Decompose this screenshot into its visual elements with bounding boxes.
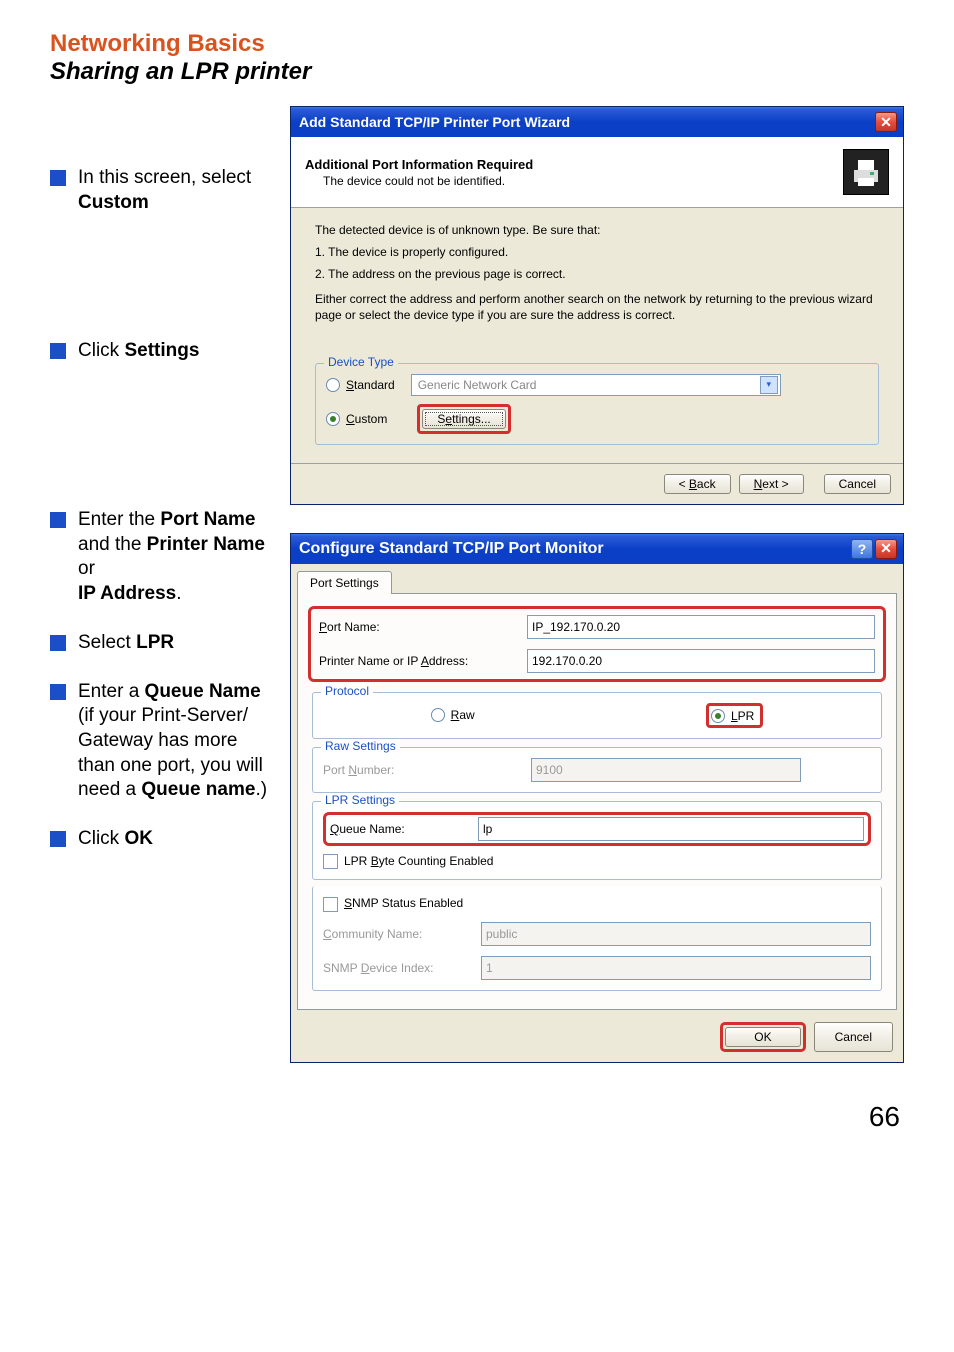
bullet-icon	[50, 831, 66, 847]
chevron-down-icon: ▾	[760, 376, 778, 394]
instr-item: In this screen, select Custom	[50, 166, 270, 215]
highlight-box: Port Name: Printer Name or IP Address:	[308, 606, 886, 682]
page-number: 66	[50, 1101, 904, 1133]
group-legend: Device Type	[324, 355, 398, 369]
instr-bold: LPR	[136, 632, 174, 653]
raw-settings-group: Raw Settings Port Number:	[312, 747, 882, 793]
device-type-group: Device Type Standard Generic Network Car…	[315, 363, 879, 445]
back-button[interactable]: < Back	[664, 474, 731, 494]
instr-bold: Queue Name	[145, 681, 261, 702]
port-number-input	[531, 758, 801, 782]
ip-address-input[interactable]	[527, 649, 875, 673]
wizard-body: The detected device is of unknown type. …	[291, 208, 903, 463]
dialog-footer: OK Cancel	[291, 1016, 903, 1062]
bullet-icon	[50, 684, 66, 700]
bullet-icon	[50, 512, 66, 528]
standard-combo[interactable]: Generic Network Card ▾	[411, 374, 781, 396]
next-button[interactable]: Next >	[739, 474, 804, 494]
wizard-dialog-1: Add Standard TCP/IP Printer Port Wizard …	[290, 106, 904, 505]
snmp-index-input	[481, 956, 871, 980]
radio-label: tandard	[354, 378, 395, 392]
page-heading-2: Sharing an LPR printer	[50, 58, 904, 86]
queue-name-input[interactable]	[478, 817, 864, 841]
radio-lpr[interactable]: LPR	[711, 709, 754, 723]
instr-text: Enter the	[78, 509, 160, 530]
instr-item: Enter the Port Name and the Printer Name…	[50, 508, 270, 607]
content-layout: In this screen, select Custom Click Sett…	[50, 106, 904, 1091]
protocol-group: Protocol Raw LPR	[312, 692, 882, 739]
tab-port-settings[interactable]: Port Settings	[297, 571, 392, 594]
wizard-footer: < Back Next > Cancel	[291, 463, 903, 504]
instr-text: and the	[78, 534, 147, 555]
radio-label: ustom	[355, 412, 388, 426]
ok-button[interactable]: OK	[725, 1027, 800, 1047]
label-port-number: Port Number:	[323, 763, 523, 777]
radio-standard[interactable]: Standard	[326, 378, 395, 392]
help-icon[interactable]: ?	[851, 539, 873, 559]
instr-item: Select LPR	[50, 631, 270, 656]
label-ip-address: Printer Name or IP Address:	[319, 654, 519, 668]
titlebar: Add Standard TCP/IP Printer Port Wizard …	[291, 107, 903, 137]
cancel-button[interactable]: Cancel	[814, 1022, 893, 1052]
screenshot-column: Add Standard TCP/IP Printer Port Wizard …	[290, 106, 904, 1091]
wizard-header: Additional Port Information Required The…	[291, 137, 903, 208]
instr-item: Enter a Queue Name (if your Print-Server…	[50, 680, 270, 803]
instr-text: or	[78, 558, 95, 579]
wizard-header-title: Additional Port Information Required	[305, 157, 533, 172]
label-queue-name: Queue Name:	[330, 822, 470, 836]
instr-bold: IP Address	[78, 583, 176, 604]
settings-button[interactable]: Settings...	[422, 409, 505, 429]
group-legend: Protocol	[321, 684, 373, 698]
page-heading-1: Networking Basics	[50, 30, 904, 58]
group-legend: LPR Settings	[321, 793, 399, 807]
port-name-input[interactable]	[527, 615, 875, 639]
radio-custom[interactable]: Custom	[326, 412, 387, 426]
instr-text: Click	[78, 340, 124, 361]
body-text: The detected device is of unknown type. …	[315, 222, 879, 238]
tab-strip: Port Settings	[291, 564, 903, 593]
body-text: 1. The device is properly configured.	[315, 244, 879, 260]
instruction-sidebar: In this screen, select Custom Click Sett…	[50, 106, 270, 1091]
instr-text: Enter a	[78, 681, 145, 702]
instr-item: Click Settings	[50, 339, 270, 364]
instr-text: Click	[78, 828, 124, 849]
label-community: Community Name:	[323, 927, 473, 941]
cancel-button[interactable]: Cancel	[824, 474, 891, 494]
lpr-byte-checkbox[interactable]: LPR Byte Counting Enabled	[323, 854, 871, 869]
wizard-dialog-2: Configure Standard TCP/IP Port Monitor ?…	[290, 533, 904, 1063]
instr-item: Click OK	[50, 827, 270, 852]
wizard-header-sub: The device could not be identified.	[305, 174, 533, 188]
instr-bold: OK	[124, 828, 153, 849]
bullet-icon	[50, 170, 66, 186]
combo-value: Generic Network Card	[418, 378, 537, 392]
instr-bold: Queue name	[141, 779, 255, 800]
dialog-title: Add Standard TCP/IP Printer Port Wizard	[299, 114, 570, 130]
instr-text: Select	[78, 632, 136, 653]
lpr-settings-group: LPR Settings Queue Name: LPR Byte Counti…	[312, 801, 882, 880]
radio-raw[interactable]: Raw	[431, 703, 475, 728]
instr-bold: Port Name	[160, 509, 255, 530]
tab-panel: Port Name: Printer Name or IP Address: P…	[297, 593, 897, 1010]
printer-icon	[843, 149, 889, 195]
instr-bold: Settings	[124, 340, 199, 361]
dialog-title: Configure Standard TCP/IP Port Monitor	[299, 540, 604, 558]
bullet-icon	[50, 635, 66, 651]
community-input	[481, 922, 871, 946]
group-legend: Raw Settings	[321, 739, 400, 753]
instr-bold: Printer Name	[147, 534, 265, 555]
titlebar: Configure Standard TCP/IP Port Monitor ?…	[291, 534, 903, 564]
snmp-group: SNMP Status Enabled Community Name: SNMP…	[312, 886, 882, 990]
close-icon[interactable]: ✕	[875, 539, 897, 559]
close-icon[interactable]: ✕	[875, 112, 897, 132]
body-text: 2. The address on the previous page is c…	[315, 266, 879, 282]
instr-bold: Custom	[78, 192, 149, 213]
instr-text: In this screen, select	[78, 167, 251, 188]
instr-text: .)	[255, 779, 267, 800]
label-port-name: Port Name:	[319, 620, 519, 634]
snmp-enabled-checkbox[interactable]: SNMP Status Enabled	[323, 896, 871, 911]
body-text: Either correct the address and perform a…	[315, 291, 879, 323]
bullet-icon	[50, 343, 66, 359]
label-snmp-index: SNMP Device Index:	[323, 961, 473, 975]
instr-text: .	[176, 583, 181, 604]
